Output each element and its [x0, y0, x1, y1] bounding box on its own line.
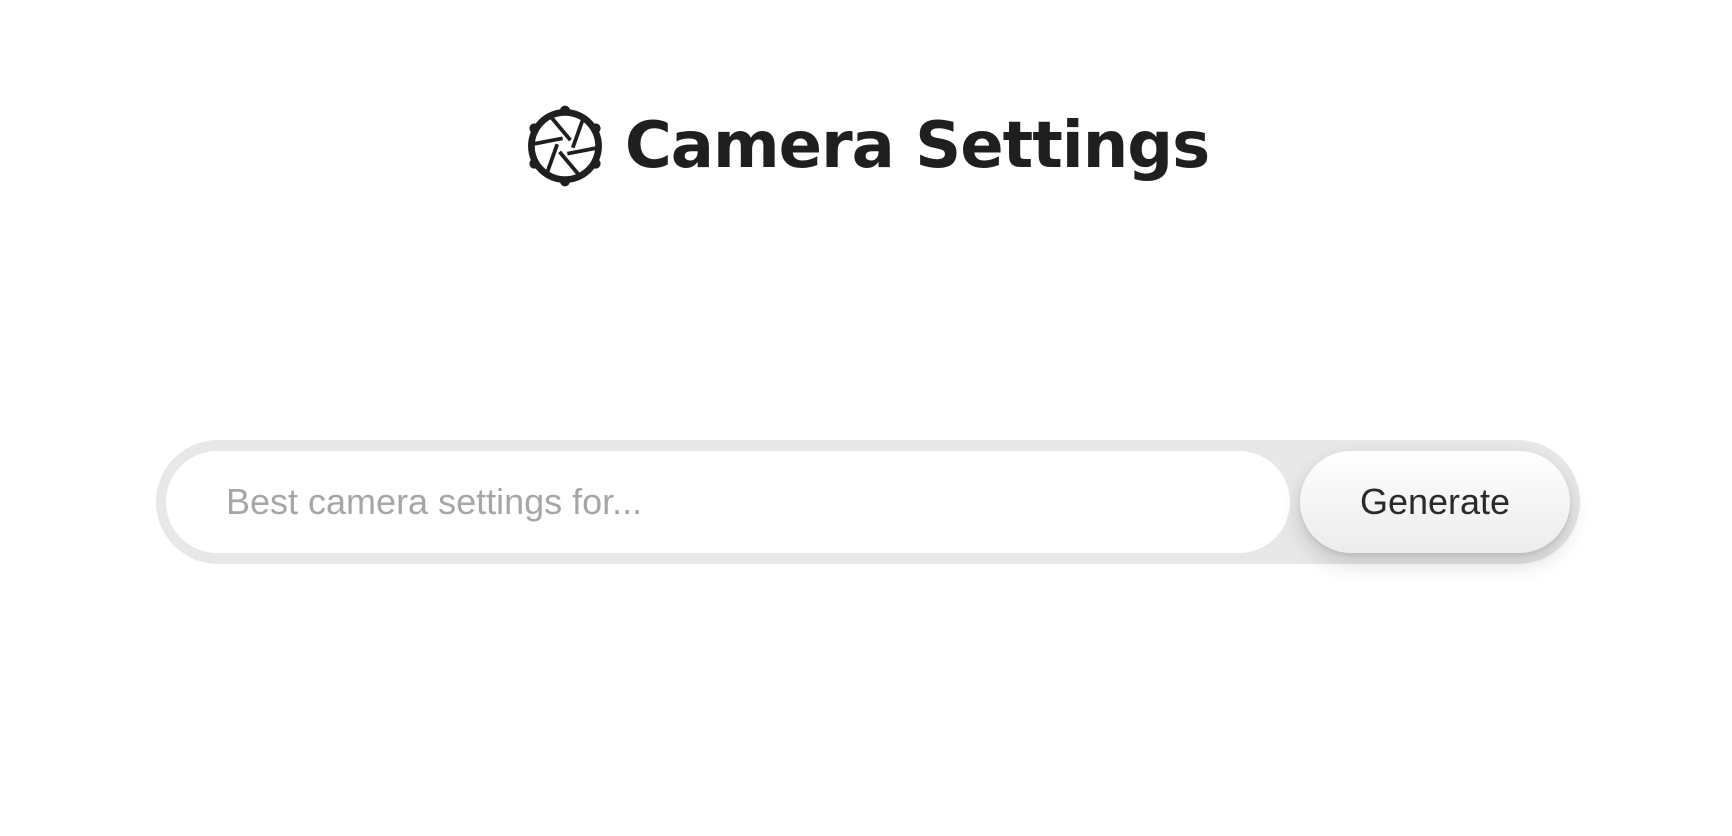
- prompt-bar: Generate: [156, 440, 1580, 564]
- generate-button[interactable]: Generate: [1300, 451, 1570, 553]
- app-page: Camera Settings Generate: [0, 0, 1732, 836]
- camera-aperture-gear-icon: [527, 105, 602, 187]
- page-title: Camera Settings: [624, 109, 1210, 183]
- prompt-input[interactable]: [166, 451, 1290, 553]
- app-header: Camera Settings: [0, 96, 1732, 196]
